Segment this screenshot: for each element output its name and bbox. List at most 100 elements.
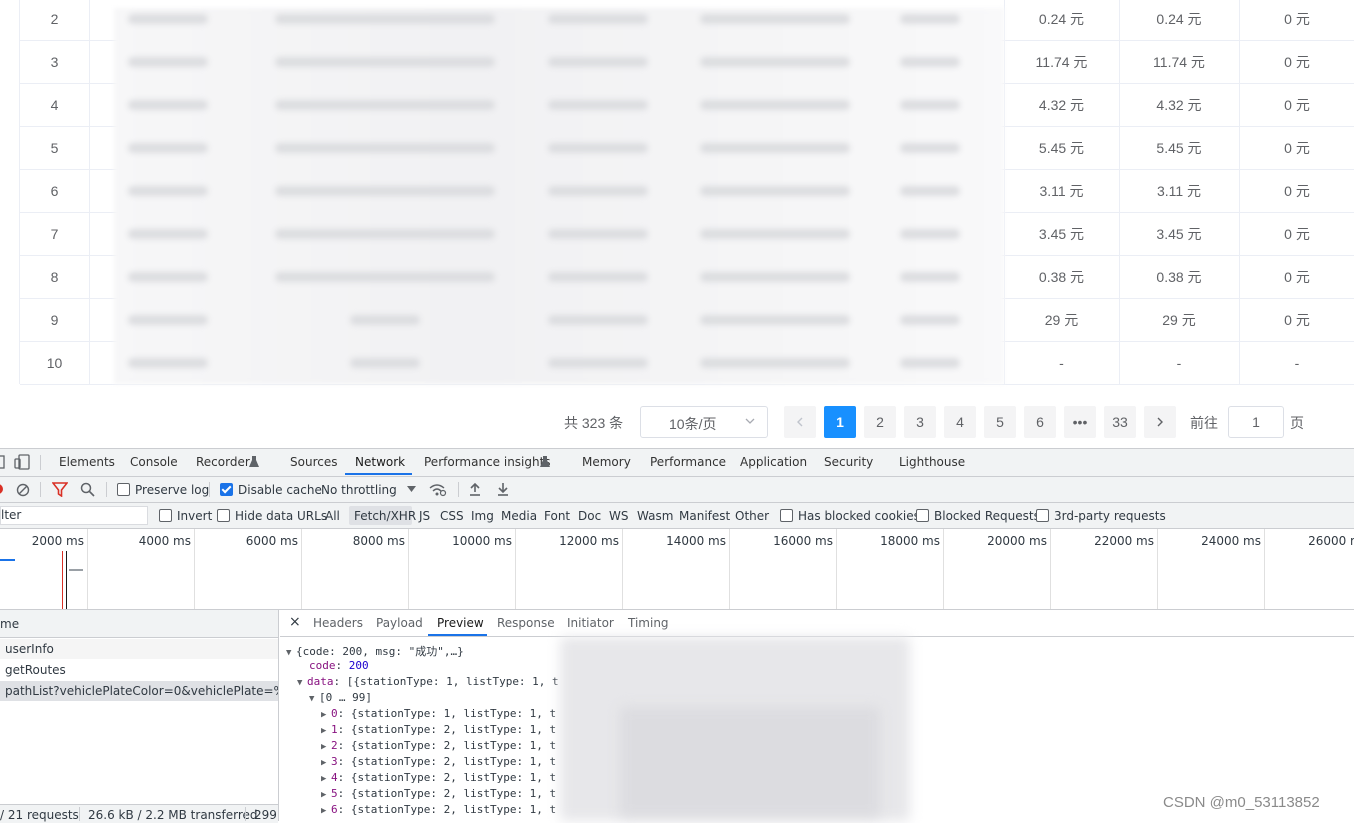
devtools-tab[interactable]: Sources <box>290 455 337 469</box>
redacted-text <box>128 272 208 282</box>
devtools-tab[interactable]: Recorder <box>196 455 250 469</box>
prev-page-button[interactable] <box>784 406 816 438</box>
timeline-tick-label: 10000 ms <box>452 534 512 548</box>
export-har-icon[interactable] <box>497 482 509 496</box>
disable-cache-checkbox[interactable] <box>220 483 233 496</box>
json-array-item[interactable]: ▶ 1: {stationType: 2, listType: 1, t <box>321 723 556 736</box>
goto-page-input[interactable]: 1 <box>1228 406 1284 438</box>
type-filter-ws[interactable]: WS <box>609 509 628 523</box>
detail-tab-preview[interactable]: Preview <box>437 616 484 630</box>
timeline-gridline <box>1157 529 1158 609</box>
detail-tab-payload[interactable]: Payload <box>376 616 423 630</box>
detail-tab-headers[interactable]: Headers <box>313 616 363 630</box>
devtools-tab[interactable]: Security <box>824 455 873 469</box>
amount-cell: 0 元 <box>1284 183 1310 199</box>
type-filter-fetch-xhr[interactable]: Fetch/XHR <box>354 509 416 523</box>
devtools-tab[interactable]: Application <box>740 455 807 469</box>
next-page-button[interactable] <box>1144 406 1176 438</box>
devtools-tab[interactable]: Performance <box>650 455 726 469</box>
devtools-tab[interactable]: Elements <box>59 455 115 469</box>
detail-tab-timing[interactable]: Timing <box>628 616 669 630</box>
expand-triangle-icon: ▼ <box>286 648 292 658</box>
row-index: 4 <box>50 97 59 113</box>
page-button[interactable]: 4 <box>944 406 976 438</box>
close-icon[interactable]: × <box>289 614 301 630</box>
import-har-icon[interactable] <box>469 482 481 496</box>
devtools-tab[interactable]: Performance insights <box>424 455 551 469</box>
preserve-log-checkbox[interactable] <box>117 483 130 496</box>
clear-icon[interactable] <box>16 483 30 497</box>
type-filter-all[interactable]: All <box>325 509 340 523</box>
detail-tab-response[interactable]: Response <box>497 616 555 630</box>
request-row[interactable]: getRoutes <box>0 660 278 680</box>
page-button[interactable]: 33 <box>1104 406 1136 438</box>
active-tab-indicator <box>345 473 412 475</box>
json-root[interactable]: ▼ {code: 200, msg: "成功",…} <box>286 643 464 659</box>
invert-checkbox[interactable] <box>159 509 172 522</box>
page-button[interactable]: 5 <box>984 406 1016 438</box>
redacted-text <box>275 186 495 196</box>
collapsed-triangle-icon: ▶ <box>321 790 327 800</box>
type-filter-img[interactable]: Img <box>471 509 494 523</box>
type-filter-css[interactable]: CSS <box>440 509 464 523</box>
json-array-item[interactable]: ▶ 3: {stationType: 2, listType: 1, t <box>321 755 556 768</box>
type-filter-font[interactable]: Font <box>544 509 570 523</box>
devtools-tab[interactable]: Console <box>130 455 178 469</box>
page-button[interactable]: 2 <box>864 406 896 438</box>
pagination-total: 共 323 条 <box>564 415 624 431</box>
type-filter-doc[interactable]: Doc <box>578 509 601 523</box>
page-button[interactable]: 3 <box>904 406 936 438</box>
type-filter-manifest[interactable]: Manifest <box>679 509 730 523</box>
throttling-select[interactable]: No throttling <box>321 483 397 497</box>
blocked-requests-checkbox[interactable] <box>916 509 929 522</box>
json-array-item[interactable]: ▶ 5: {stationType: 2, listType: 1, t <box>321 787 556 800</box>
record-icon[interactable] <box>0 482 6 496</box>
page-button[interactable]: 1 <box>824 406 856 438</box>
type-filter-media[interactable]: Media <box>501 509 537 523</box>
json-data-row[interactable]: ▼ data: [{stationType: 1, listType: 1, t <box>297 675 559 688</box>
name-column-header[interactable]: me <box>0 617 19 631</box>
request-row[interactable]: userInfo <box>0 639 278 659</box>
request-row[interactable]: pathList?vehiclePlateColor=0&vehiclePlat… <box>0 681 278 701</box>
json-index: 0 <box>331 707 338 720</box>
json-array-item[interactable]: ▶ 2: {stationType: 2, listType: 1, t <box>321 739 556 752</box>
device-toolbar-icon[interactable] <box>14 454 30 470</box>
detail-tabs: × Headers Payload Preview Response Initiator… <box>280 610 1354 637</box>
hide-data-urls-checkbox[interactable] <box>217 509 230 522</box>
json-array-item[interactable]: ▶ 6: {stationType: 2, listType: 1, t <box>321 803 556 816</box>
page-button[interactable]: 6 <box>1024 406 1056 438</box>
amount-cell: 0.38 元 <box>1038 269 1085 285</box>
filter-icon[interactable] <box>52 482 68 497</box>
filter-input[interactable]: lter <box>0 506 148 525</box>
row-index: 9 <box>50 312 59 328</box>
redacted-text <box>128 229 208 239</box>
inspect-element-icon[interactable] <box>0 455 6 469</box>
amount-cell: 29 元 <box>1044 312 1079 328</box>
devtools-tab[interactable]: Network <box>355 455 405 469</box>
devtools-tab[interactable]: Memory <box>582 455 631 469</box>
json-array-item[interactable]: ▶ 0: {stationType: 1, listType: 1, t <box>321 707 556 720</box>
type-filter-js[interactable]: JS <box>419 509 430 523</box>
network-overview-timeline[interactable]: 2000 ms 4000 ms 6000 ms 8000 ms 10000 ms 1200… <box>0 529 1354 610</box>
detail-tab-initiator[interactable]: Initiator <box>567 616 614 630</box>
page-button[interactable]: ••• <box>1064 406 1096 438</box>
amount-cell: 0 元 <box>1284 226 1310 242</box>
search-icon[interactable] <box>80 482 95 497</box>
redacted-text <box>128 358 208 368</box>
third-party-checkbox[interactable] <box>1036 509 1049 522</box>
timeline-gridline <box>408 529 409 609</box>
json-array-item[interactable]: ▶ 4: {stationType: 2, listType: 1, t <box>321 771 556 784</box>
has-blocked-cookies-checkbox[interactable] <box>780 509 793 522</box>
type-filter-wasm[interactable]: Wasm <box>637 509 673 523</box>
devtools-tab[interactable]: Lighthouse <box>899 455 965 469</box>
goto-unit: 页 <box>1290 415 1304 431</box>
dropdown-arrow-icon <box>407 486 416 492</box>
invert-label: Invert <box>177 509 213 523</box>
type-filter-other[interactable]: Other <box>735 509 769 523</box>
network-conditions-icon[interactable] <box>429 482 447 497</box>
redacted-text <box>700 57 850 67</box>
redacted-text <box>128 57 208 67</box>
page-size-select[interactable]: 10条/页 <box>640 406 768 438</box>
json-range-row[interactable]: ▼ [0 … 99] <box>309 691 372 704</box>
row-index: 7 <box>50 226 59 242</box>
